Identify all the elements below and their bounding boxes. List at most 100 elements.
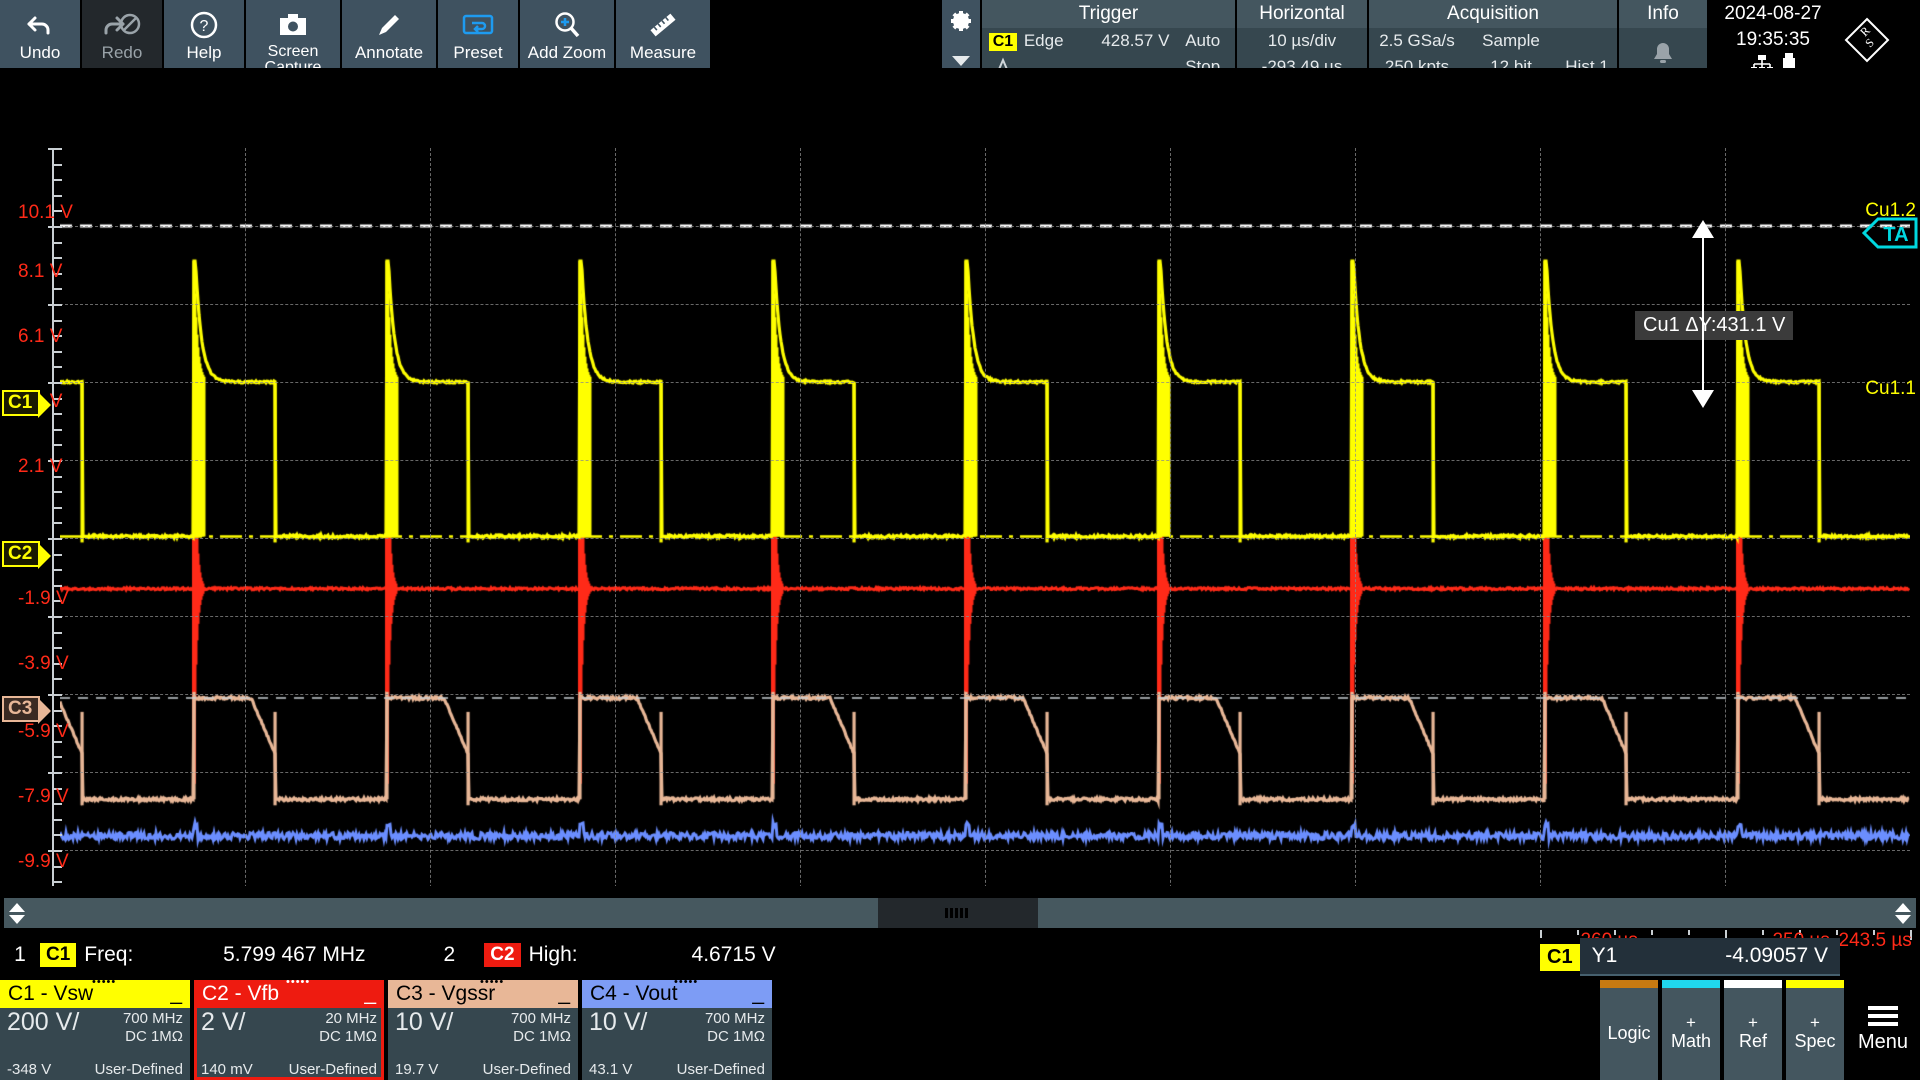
channel-marker-c2[interactable]: C2 (2, 541, 40, 567)
channel-card-c4[interactable]: C4 - Vout ••••• _ 10 V/ 700 MHz DC 1MΩ 4… (582, 980, 772, 1080)
channel-c1-title: C1 - Vsw (8, 982, 93, 1006)
voltage-tick-label: 2.1 V (18, 456, 62, 478)
ruler-tick (48, 616, 62, 618)
redo-label: Redo (102, 44, 143, 61)
math-plus: + (1686, 1015, 1696, 1031)
cursor-delta-arrow-line (1702, 226, 1704, 406)
measurement-2-name: High: (529, 943, 619, 967)
channel-c4-bandwidth: 700 MHz (705, 1010, 765, 1027)
channel-c3-scale: 10 V/ (395, 1008, 453, 1037)
ref-plus: + (1748, 1015, 1758, 1031)
scroll-strip-handle[interactable] (878, 898, 1038, 928)
ruler-tick (54, 288, 62, 290)
channel-marker-c3[interactable]: C3 (2, 696, 40, 722)
grid-hline (60, 616, 1910, 617)
camera-icon (277, 6, 309, 44)
measurement-2-index: 2 (414, 943, 484, 967)
graticule[interactable] (60, 148, 1910, 928)
grid-hline (60, 850, 1910, 851)
grid-hline (60, 694, 1910, 695)
ruler-tick (54, 351, 62, 353)
math-label: Math (1671, 1031, 1711, 1052)
menu-button[interactable]: Menu (1848, 980, 1918, 1080)
acquisition-title: Acquisition (1369, 0, 1617, 28)
channel-card-c3[interactable]: C3 - Vgssr ••••• _ 10 V/ 700 MHz DC 1MΩ … (388, 980, 578, 1080)
ruler-tick (54, 678, 62, 680)
measurement-1-channel: C1 (40, 943, 76, 967)
ruler-tick (54, 554, 62, 556)
logic-label: Logic (1607, 1023, 1650, 1044)
pencil-icon (374, 6, 404, 44)
ruler-tick (54, 242, 62, 244)
gear-icon[interactable] (948, 8, 974, 39)
cursor-delta-arrow-up (1692, 220, 1714, 238)
channel-c3-minimize[interactable]: _ (558, 982, 570, 1006)
ruler-tick (54, 491, 62, 493)
ref-button[interactable]: + Ref (1724, 980, 1782, 1080)
ruler-tick (54, 444, 62, 446)
ruler-tick (54, 710, 62, 712)
measurement-2-channel: C2 (484, 943, 520, 967)
channel-c4-offset: 43.1 V (589, 1061, 632, 1078)
ruler-tick (48, 148, 62, 150)
measurement-1-index: 1 (0, 943, 40, 967)
ruler-tick (54, 647, 62, 649)
scroll-right-stepper[interactable] (1890, 903, 1916, 924)
channel-c4-coupling: DC 1MΩ (707, 1028, 765, 1045)
ruler-tick (54, 569, 62, 571)
channel-c2-header[interactable]: C2 - Vfb ••••• _ (194, 980, 384, 1008)
channel-card-c2[interactable]: C2 - Vfb ••••• _ 2 V/ 20 MHz DC 1MΩ 140 … (194, 980, 384, 1080)
channel-c2-title: C2 - Vfb (202, 982, 279, 1006)
cursor-readout-channel: C1 (1540, 944, 1580, 971)
ruler-tick (54, 756, 62, 758)
grid-hline (60, 304, 1910, 305)
channel-c4-header[interactable]: C4 - Vout ••••• _ (582, 980, 772, 1008)
ruler-tick (48, 226, 62, 228)
math-button[interactable]: + Math (1662, 980, 1720, 1080)
voltage-tick-label: -1.9 V (18, 588, 69, 610)
hamburger-icon (1868, 1006, 1898, 1026)
trigger-type: Edge (1024, 31, 1086, 51)
ruler-tick (54, 366, 62, 368)
preset-icon (461, 6, 495, 44)
cursor-readout-box[interactable]: C1 Y1 -4.09057 V (1540, 938, 1840, 976)
add-zoom-label: Add Zoom (528, 44, 606, 61)
redo-disabled-icon (103, 6, 141, 44)
channel-marker-c2-label: C2 (8, 542, 32, 566)
date-text: 2024-08-27 (1709, 0, 1837, 27)
channel-c3-header[interactable]: C3 - Vgssr ••••• _ (388, 980, 578, 1008)
spec-button[interactable]: + Spec (1786, 980, 1844, 1080)
trigger-level-marker[interactable]: TA (1862, 213, 1918, 259)
channel-c1-coupling: DC 1MΩ (125, 1028, 183, 1045)
channel-card-c1[interactable]: C1 - Vsw ••••• _ 200 V/ 700 MHz DC 1MΩ -… (0, 980, 190, 1080)
ruler-tick (54, 632, 62, 634)
ruler-tick (54, 819, 62, 821)
voltage-tick-label: 10.1 V (18, 202, 73, 224)
channel-marker-c3-label: C3 (8, 697, 32, 721)
measurement-bar[interactable]: 1 C1 Freq: 5.799 467 MHz 2 C2 High: 4.67… (0, 930, 1530, 980)
grid-hline (60, 460, 1910, 461)
acquisition-mode: Sample (1465, 31, 1557, 51)
channel-cards: C1 - Vsw ••••• _ 200 V/ 700 MHz DC 1MΩ -… (0, 980, 1600, 1080)
channel-c2-bandwidth: 20 MHz (325, 1010, 377, 1027)
channel-c2-offset: 140 mV (201, 1061, 253, 1078)
grid-hline (60, 226, 1910, 227)
grid-hline (60, 772, 1910, 773)
channel-c1-minimize[interactable]: _ (170, 982, 182, 1006)
ruler-tick (48, 772, 62, 774)
channel-c4-minimize[interactable]: _ (752, 982, 764, 1006)
voltage-tick-label: -7.9 V (18, 786, 69, 808)
measure-label: Measure (630, 44, 696, 61)
channel-c4-scale: 10 V/ (589, 1008, 647, 1037)
waveform-display[interactable]: 10.1 V8.1 V6.1 V4.1 V2.1 V-1.9 V-3.9 V-5… (0, 68, 1920, 886)
channel-c2-minimize[interactable]: _ (364, 982, 376, 1006)
voltage-tick-label: -9.9 V (18, 851, 69, 873)
ruler-tick (54, 522, 62, 524)
channel-c1-header[interactable]: C1 - Vsw ••••• _ (0, 980, 190, 1008)
trigger-level: 428.57 V (1086, 31, 1186, 51)
scroll-left-stepper[interactable] (4, 903, 30, 924)
channel-c3-coupling: DC 1MΩ (513, 1028, 571, 1045)
acquisition-rate: 2.5 GSa/s (1369, 31, 1465, 51)
logic-button[interactable]: Logic (1600, 980, 1658, 1080)
channel-marker-c1[interactable]: C1 (2, 390, 40, 416)
